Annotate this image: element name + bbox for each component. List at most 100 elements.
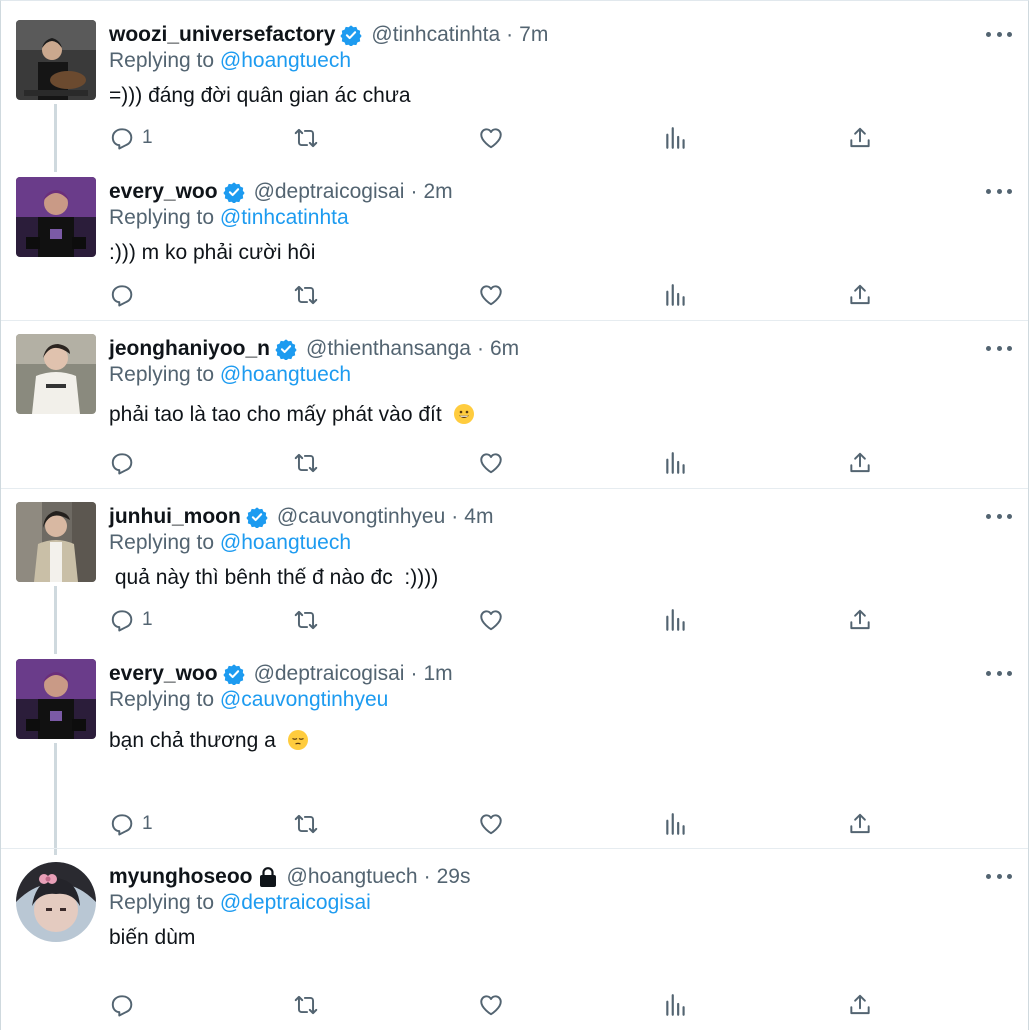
views-button[interactable] [663,991,689,1019]
retweet-button[interactable] [293,124,319,152]
avatar[interactable] [16,20,96,100]
more-icon[interactable] [986,511,1012,521]
like-button[interactable] [478,606,504,634]
verified-badge-icon [222,182,245,203]
user-handle[interactable]: @thienthansanga [306,337,471,361]
display-name[interactable]: myunghoseoo [109,865,253,889]
mention-link[interactable]: @hoangtuech [220,363,351,386]
retweet-button[interactable] [293,810,319,838]
replying-label: Replying to [109,49,215,72]
reply-icon [111,610,133,632]
thread-line [54,586,57,654]
tweet-actions: 1 [109,124,889,152]
like-button[interactable] [478,281,504,309]
reply-count: 1 [142,813,153,834]
heart-icon [480,453,502,474]
reply-button[interactable]: 1 [109,124,153,152]
verified-badge-icon [275,339,297,360]
timestamp[interactable]: 29s [437,865,471,889]
timestamp[interactable]: 1m [423,662,452,686]
retweet-button[interactable] [293,606,319,634]
more-icon[interactable] [986,186,1012,196]
tweet-text: phải tao là tao cho mấy phát vào đít [109,403,442,426]
tweet-actions: 1 [109,810,889,838]
mention-link[interactable]: @tinhcatinhta [220,206,349,229]
reply-count: 1 [142,609,153,630]
avatar[interactable] [16,659,96,739]
more-icon[interactable] [986,871,1012,881]
retweet-button[interactable] [293,991,319,1019]
replying-label: Replying to [109,688,215,711]
retweet-button[interactable] [293,449,319,477]
tweet-text-row: bạn chả thương a [109,729,308,753]
views-button[interactable] [663,810,689,838]
share-button[interactable] [847,606,873,634]
avatar[interactable] [16,862,96,942]
share-button[interactable] [847,281,873,309]
more-icon[interactable] [986,343,1012,353]
share-icon [850,609,870,630]
more-icon[interactable] [986,668,1012,678]
reply-icon [111,285,133,307]
timestamp[interactable]: 7m [519,23,548,47]
timestamp[interactable]: 4m [464,505,493,529]
user-handle[interactable]: @cauvongtinhyeu [277,505,445,529]
avatar[interactable] [16,502,96,582]
tweet-actions: 1 [109,606,889,634]
thread-line [54,743,57,855]
share-button[interactable] [847,449,873,477]
share-button[interactable] [847,810,873,838]
user-handle[interactable]: @tinhcatinhta [371,23,500,47]
retweet-icon [294,610,318,630]
timestamp[interactable]: 2m [423,180,452,204]
views-button[interactable] [663,281,689,309]
display-name[interactable]: woozi_universefactory [109,23,335,47]
views-button[interactable] [663,124,689,152]
divider [1,488,1028,489]
retweet-button[interactable] [293,281,319,309]
analytics-icon [666,284,685,306]
share-icon [850,994,870,1015]
tweet-text: :))) m ko phải cười hôi [109,241,316,264]
mention-link[interactable]: @hoangtuech [220,49,351,72]
display-name[interactable]: jeonghaniyoo_n [109,337,270,361]
views-button[interactable] [663,449,689,477]
user-handle[interactable]: @deptraicogisai [254,180,405,204]
views-button[interactable] [663,606,689,634]
display-name[interactable]: junhui_moon [109,505,241,529]
display-name[interactable]: every_woo [109,180,218,204]
replying-to: Replying to @hoangtuech [109,49,351,73]
avatar[interactable] [16,177,96,257]
user-handle[interactable]: @deptraicogisai [254,662,405,686]
replying-label: Replying to [109,531,215,554]
like-button[interactable] [478,124,504,152]
heart-icon [480,610,502,631]
like-button[interactable] [478,991,504,1019]
reply-button[interactable] [109,991,142,1019]
share-button[interactable] [847,991,873,1019]
reply-button[interactable] [109,281,142,309]
analytics-icon [666,127,685,149]
share-button[interactable] [847,124,873,152]
timestamp[interactable]: 6m [490,337,519,361]
like-button[interactable] [478,449,504,477]
reply-button[interactable]: 1 [109,606,153,634]
tweet-text: biến dùm [109,926,196,949]
reply-button[interactable]: 1 [109,810,153,838]
reply-button[interactable] [109,449,142,477]
tweet-header: every_woo @deptraicogisai · 2m [109,177,453,207]
user-handle[interactable]: @hoangtuech [287,865,418,889]
like-button[interactable] [478,810,504,838]
retweet-icon [294,995,318,1015]
display-name[interactable]: every_woo [109,662,218,686]
reply-count: 1 [142,127,153,148]
more-icon[interactable] [986,29,1012,39]
mention-link[interactable]: @hoangtuech [220,531,351,554]
tweet-text: =))) đáng đời quân gian ác chưa [109,84,411,107]
tweet-text-row: phải tao là tao cho mấy phát vào đít [109,403,474,427]
tweet-actions [109,991,889,1019]
mention-link[interactable]: @cauvongtinhyeu [220,688,388,711]
avatar[interactable] [16,334,96,414]
retweet-icon [294,128,318,148]
mention-link[interactable]: @deptraicogisai [220,891,371,914]
